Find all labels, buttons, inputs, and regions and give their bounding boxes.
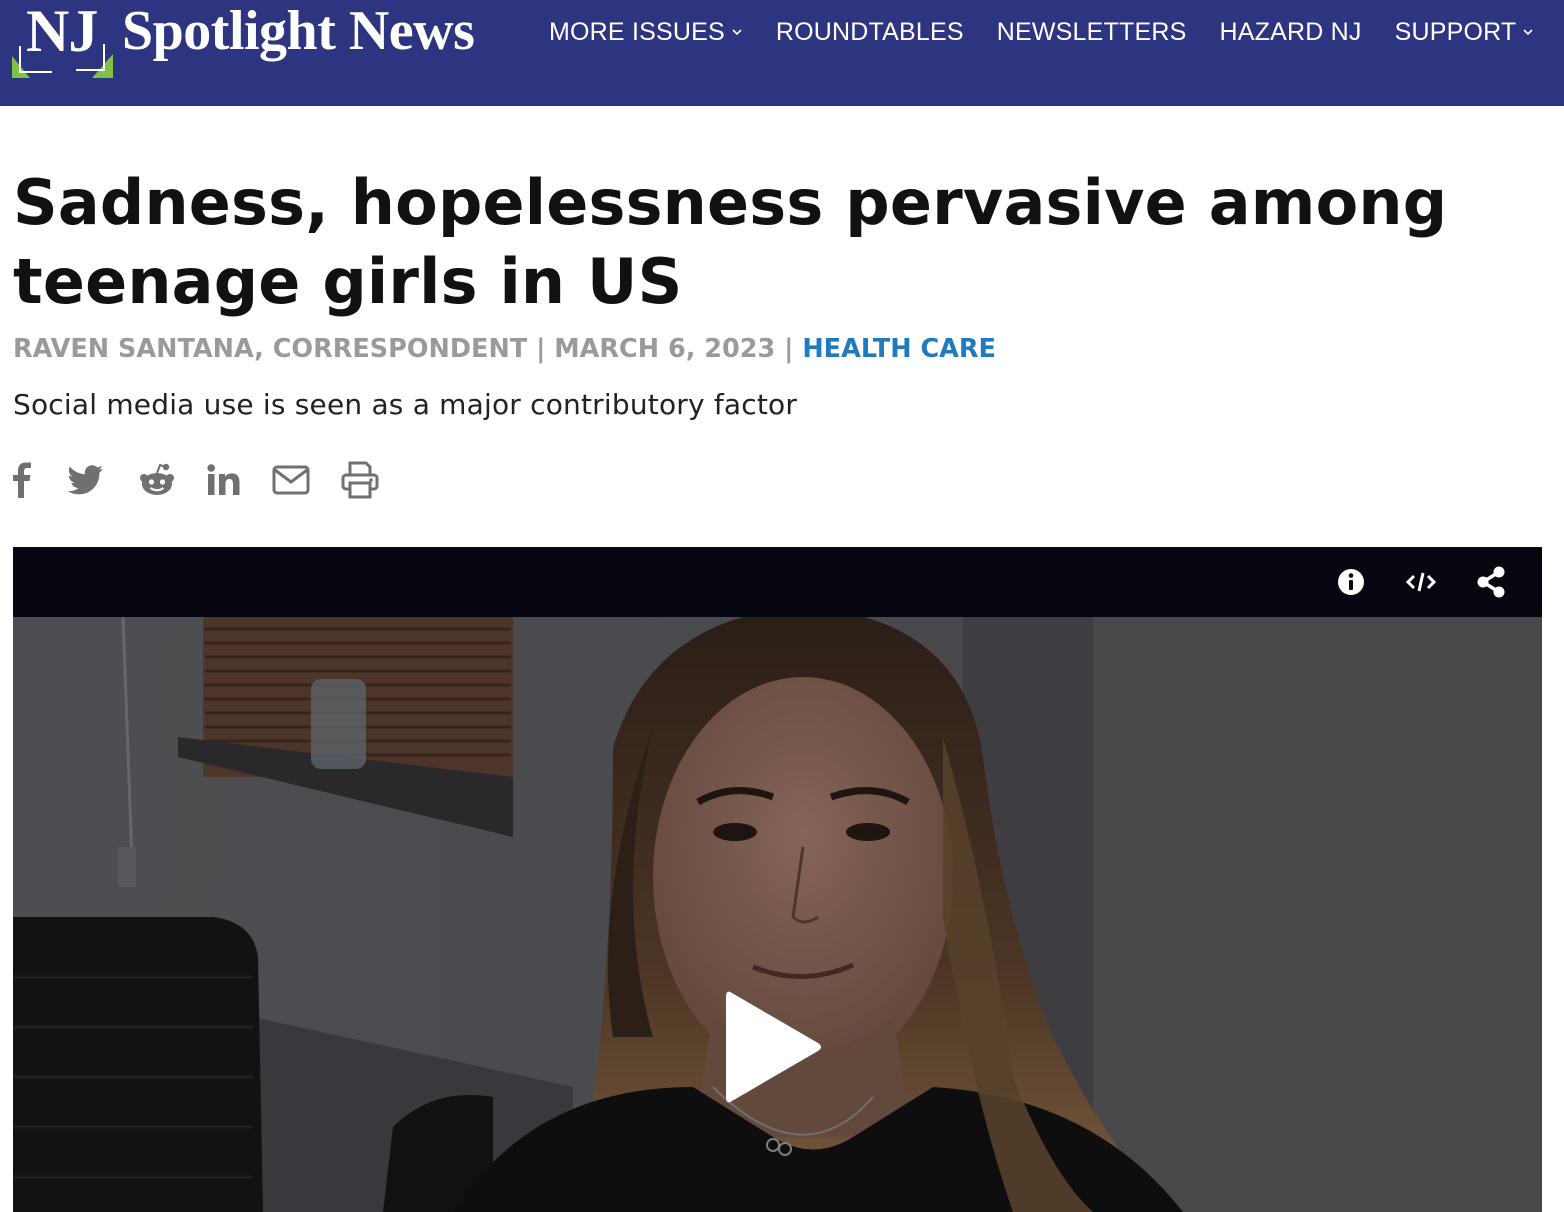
embed-icon[interactable] xyxy=(1403,564,1439,600)
category-link[interactable]: HEALTH CARE xyxy=(802,334,996,364)
video-frame-image xyxy=(13,617,1542,1212)
nav-more-issues-label: MORE ISSUES xyxy=(549,17,725,46)
nav-newsletters-label: NEWSLETTERS xyxy=(996,17,1187,46)
reddit-icon[interactable] xyxy=(135,458,179,502)
share-icon[interactable] xyxy=(1473,564,1509,600)
nav-support-label: SUPPORT xyxy=(1394,17,1517,46)
article-headline: Sadness, hopelessness pervasive among te… xyxy=(13,166,1448,318)
facebook-icon[interactable] xyxy=(2,458,46,502)
print-icon[interactable] xyxy=(338,458,382,502)
publish-date: MARCH 6, 2023 xyxy=(554,334,776,364)
byline-separator: | xyxy=(775,334,803,364)
play-icon[interactable] xyxy=(718,987,828,1107)
nav-newsletters[interactable]: NEWSLETTERS xyxy=(997,18,1187,47)
video-toolbar xyxy=(13,547,1542,617)
nav-roundtables[interactable]: ROUNDTABLES xyxy=(776,18,964,47)
nav-hazard-nj-label: HAZARD NJ xyxy=(1219,17,1362,46)
twitter-icon[interactable] xyxy=(64,458,108,502)
site-header: NJ Spotlight News MORE ISSUES ROUNDTABLE… xyxy=(0,0,1564,106)
info-icon[interactable] xyxy=(1333,564,1369,600)
author-name[interactable]: RAVEN SANTANA, CORRESPONDENT xyxy=(13,334,527,364)
nav-hazard-nj[interactable]: HAZARD NJ xyxy=(1219,18,1361,47)
chevron-down-icon xyxy=(732,29,742,36)
video-player[interactable] xyxy=(13,547,1542,1212)
chevron-down-icon xyxy=(1523,29,1533,36)
logo-nj: NJ xyxy=(26,0,98,64)
nav-roundtables-label: ROUNDTABLES xyxy=(775,17,964,46)
nav-more-issues[interactable]: MORE ISSUES xyxy=(549,18,743,47)
video-thumbnail[interactable] xyxy=(13,617,1542,1212)
main-nav: MORE ISSUES ROUNDTABLES NEWSLETTERS HAZA… xyxy=(549,12,1534,52)
article-dek: Social media use is seen as a major cont… xyxy=(13,388,798,421)
article-byline: RAVEN SANTANA, CORRESPONDENT | MARCH 6, … xyxy=(13,332,996,366)
byline-separator: | xyxy=(527,334,555,364)
logo-wordmark: Spotlight News xyxy=(122,0,475,62)
linkedin-icon[interactable] xyxy=(202,458,246,502)
nav-support[interactable]: SUPPORT xyxy=(1395,18,1535,47)
email-icon[interactable] xyxy=(269,458,313,502)
site-logo[interactable]: NJ Spotlight News xyxy=(12,0,532,80)
